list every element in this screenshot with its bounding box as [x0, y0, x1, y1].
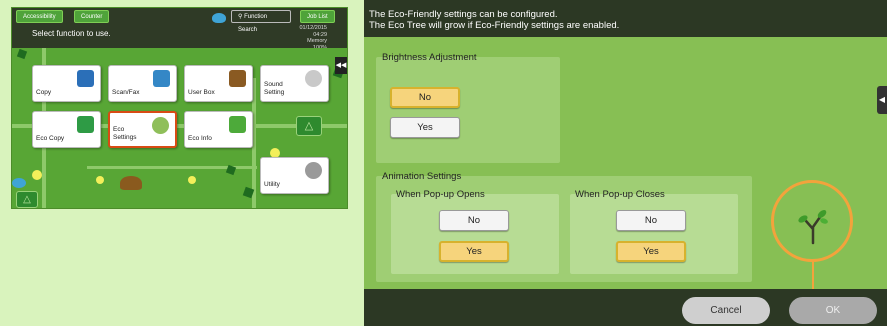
sound-setting-label: Sound Setting: [264, 81, 284, 96]
popup-closes-no-button[interactable]: No: [616, 210, 686, 231]
brightness-title: Brightness Adjustment: [382, 52, 477, 63]
eco-info-tile[interactable]: Eco Info: [184, 111, 253, 148]
eco-header-line2: The Eco Tree will grow if Eco-Friendly s…: [369, 20, 620, 31]
decor-leaf: [16, 48, 28, 60]
eco-settings-label: Eco Settings: [113, 126, 137, 141]
scan-fax-tile[interactable]: Scan/Fax: [108, 65, 177, 102]
recycle-icon: △: [16, 191, 38, 208]
copy-label: Copy: [36, 88, 52, 96]
popup-closes-panel: [570, 194, 738, 274]
function-search-label: Function Search: [238, 14, 268, 33]
eco-settings-tile[interactable]: Eco Settings: [108, 111, 177, 148]
eco-copy-label: Eco Copy: [36, 134, 65, 142]
brightness-no-button[interactable]: No: [390, 87, 460, 108]
user-box-icon: [229, 70, 246, 87]
eco-settings-line2: Settings: [113, 133, 137, 141]
utility-label: Utility: [264, 180, 280, 188]
ok-button[interactable]: OK: [789, 297, 877, 324]
brightness-yes-button[interactable]: Yes: [390, 117, 460, 138]
cancel-button[interactable]: Cancel: [682, 297, 770, 324]
side-panel-arrow[interactable]: ◀: [877, 86, 887, 114]
search-icon: ⚲: [238, 14, 243, 20]
eco-info-label: Eco Info: [188, 134, 212, 142]
eco-bird-icon: [12, 178, 26, 188]
copy-icon: [77, 70, 94, 87]
scan-fax-icon: [153, 70, 170, 87]
user-box-tile[interactable]: User Box: [184, 65, 253, 102]
sound-setting-line1: Sound: [264, 81, 283, 88]
popup-opens-no-button[interactable]: No: [439, 210, 509, 231]
eco-header-line1: The Eco-Friendly settings can be configu…: [369, 9, 558, 20]
sound-setting-line2: Setting: [264, 88, 285, 96]
eco-settings-line1: Eco: [113, 126, 125, 133]
eco-tree-gear-icon: [152, 117, 169, 134]
eco-header: The Eco-Friendly settings can be configu…: [364, 0, 887, 37]
recycle-icon: △: [296, 116, 322, 136]
popup-closes-yes-button[interactable]: Yes: [616, 241, 686, 262]
gear-icon: [305, 162, 322, 179]
mole-icon: [120, 176, 142, 190]
home-message: Select function to use.: [32, 29, 111, 38]
counter-tab[interactable]: Counter: [74, 10, 110, 23]
utility-tile[interactable]: Utility: [260, 157, 329, 194]
sound-setting-tile[interactable]: Sound Setting: [260, 65, 329, 102]
eco-copy-tile[interactable]: Eco Copy: [32, 111, 101, 148]
decor-dot: [32, 170, 42, 180]
scan-fax-label: Scan/Fax: [112, 88, 140, 96]
decor-leaf: [225, 164, 237, 176]
date-text: 01/12/2015: [299, 25, 327, 31]
user-box-label: User Box: [188, 88, 215, 96]
eco-tree-icon: [798, 210, 828, 245]
home-screen: Accessibility Counter ⚲ Function Search …: [11, 7, 348, 209]
job-list-tab[interactable]: Job List: [300, 10, 335, 23]
eco-bird-icon: [212, 13, 226, 23]
popup-opens-panel: [391, 194, 559, 274]
brightness-panel: [376, 57, 560, 163]
eco-copy-icon: [77, 116, 94, 133]
popup-opens-yes-button[interactable]: Yes: [439, 241, 509, 262]
copy-tile[interactable]: Copy: [32, 65, 101, 102]
popup-opens-title: When Pop-up Opens: [396, 189, 485, 200]
collapse-arrow-button[interactable]: ◀◀: [335, 57, 347, 74]
speaker-icon: [305, 70, 322, 87]
popup-closes-title: When Pop-up Closes: [575, 189, 665, 200]
home-header: Accessibility Counter ⚲ Function Search …: [12, 8, 347, 51]
accessibility-tab[interactable]: Accessibility: [16, 10, 63, 23]
eco-info-leaf-icon: [229, 116, 246, 133]
decor-dot: [188, 176, 196, 184]
function-search-tab[interactable]: ⚲ Function Search: [231, 10, 291, 33]
animation-title: Animation Settings: [382, 171, 462, 182]
decor-dot: [96, 176, 104, 184]
eco-settings-screen: The Eco-Friendly settings can be configu…: [364, 0, 887, 326]
